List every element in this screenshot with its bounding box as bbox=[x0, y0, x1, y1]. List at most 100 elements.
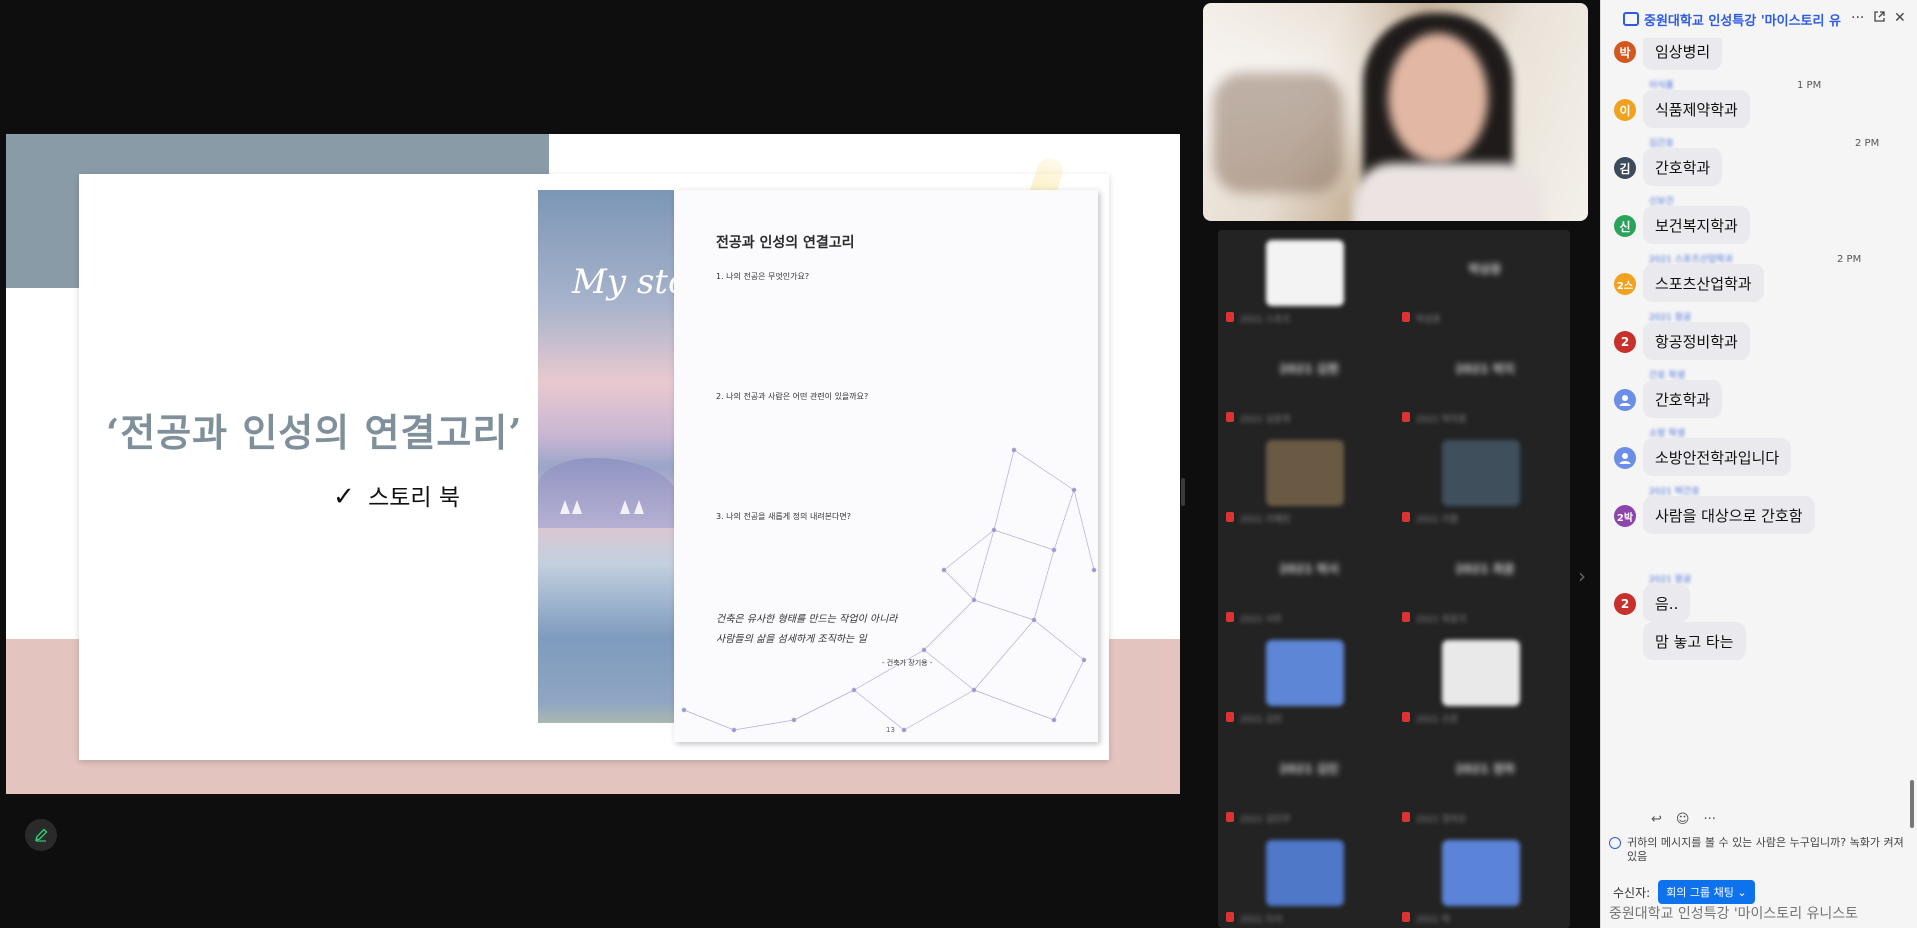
avatar[interactable]: 2박 bbox=[1614, 505, 1636, 527]
chat-header: 중원대학교 인성특강 '마이스토리 유니스토 ··· ✕ bbox=[1601, 0, 1917, 38]
participant-tile[interactable]: 2021 이서 bbox=[1218, 830, 1394, 928]
annotate-button[interactable] bbox=[25, 819, 57, 851]
participant-tile[interactable]: 2021 이혜린 bbox=[1218, 430, 1394, 528]
participant-name: 2021 오준 bbox=[1416, 715, 1459, 725]
participant-video bbox=[1266, 240, 1344, 306]
book-question-1: 1. 나의 전공은 무엇인가요? bbox=[716, 272, 810, 281]
cover-hills bbox=[538, 458, 678, 528]
people-icon bbox=[1609, 837, 1621, 849]
avatar[interactable]: 박 bbox=[1614, 41, 1636, 63]
participant-name: 2021 이종 bbox=[1416, 515, 1459, 525]
more-options-icon[interactable]: ··· bbox=[1851, 10, 1864, 26]
participant-tile[interactable]: 2021 오준 bbox=[1394, 630, 1570, 728]
message-bubble[interactable]: 음.. bbox=[1643, 584, 1691, 622]
avatar[interactable] bbox=[1614, 447, 1636, 469]
participant-tile[interactable]: 2021 박지 2021 박지훈 bbox=[1394, 330, 1570, 428]
book-cover-title: My story bbox=[572, 262, 678, 302]
participant-tile[interactable]: 박상윤 박상윤 bbox=[1394, 230, 1570, 328]
participant-name: 2021 박지훈 bbox=[1416, 415, 1467, 425]
participant-tile[interactable]: 2021 김현 2021 김준희 bbox=[1218, 330, 1394, 428]
participant-name: 2021 스포츠 bbox=[1240, 315, 1291, 325]
book-quote-line-1: 건축은 유사한 형태를 만드는 작업이 아니라 bbox=[716, 614, 898, 625]
speaker-body bbox=[1353, 163, 1543, 221]
participant-tile[interactable]: 2021 정하 2021 정하은 bbox=[1394, 730, 1570, 828]
participant-display-name: 2021 박지 bbox=[1455, 362, 1515, 376]
message-bubble[interactable]: 보건복지학과 bbox=[1643, 206, 1750, 244]
chat-messages: 박 임상병리 이식품 1 PM 이 식품제약학과 김간호 2 PM 김 간호학과 신보건 신 보건복지학… bbox=[1601, 38, 1917, 832]
participant-video bbox=[1442, 640, 1520, 706]
book-page: 전공과 인성의 연결고리 1. 나의 전공은 무엇인가요? 2. 나의 전공과 … bbox=[674, 190, 1098, 742]
more-icon[interactable]: ··· bbox=[1703, 812, 1715, 827]
speaker-face bbox=[1388, 33, 1488, 163]
system-message bbox=[1681, 544, 1684, 555]
book-page-number: 13 bbox=[886, 726, 895, 734]
pop-out-icon[interactable] bbox=[1873, 10, 1886, 27]
avatar[interactable] bbox=[1614, 389, 1636, 411]
recipient-dropdown[interactable]: 회의 그룹 채팅 ⌄ bbox=[1658, 880, 1755, 904]
reply-icon[interactable]: ↩ bbox=[1651, 812, 1662, 827]
muted-mic-icon bbox=[1226, 412, 1234, 422]
book-page-title: 전공과 인성의 연결고리 bbox=[716, 235, 855, 251]
chat-panel: 중원대학교 인성특강 '마이스토리 유니스토 ··· ✕ 박임상병리이식품1 P… bbox=[1600, 0, 1917, 928]
muted-mic-icon bbox=[1226, 912, 1234, 922]
tree-icon bbox=[560, 500, 570, 514]
avatar[interactable]: 2 bbox=[1614, 593, 1636, 615]
chat-title: 중원대학교 인성특강 '마이스토리 유니스토 bbox=[1644, 13, 1842, 29]
muted-mic-icon bbox=[1402, 612, 1410, 622]
tree-icon bbox=[634, 500, 644, 514]
participant-tile[interactable]: 2021 박서 2021 서우 bbox=[1218, 530, 1394, 628]
zoom-meeting-window: ‘전공과 인성의 연결고리’ ✓ 스토리 북 My story 전공과 인성의 … bbox=[0, 0, 1917, 928]
message-bubble[interactable]: 항공정비학과 bbox=[1643, 322, 1750, 360]
shared-screen-area: ‘전공과 인성의 연결고리’ ✓ 스토리 북 My story 전공과 인성의 … bbox=[0, 0, 1200, 928]
message-bubble[interactable]: 스포츠산업학과 bbox=[1643, 264, 1764, 302]
video-panel: 2021 스포츠 박상윤 박상윤 2021 김현 2021 김준희 2021 박지 2021… bbox=[1200, 0, 1600, 928]
participant-tile[interactable]: 2021 이종 bbox=[1394, 430, 1570, 528]
recipient-label: 수신자: bbox=[1613, 885, 1651, 900]
message-bubble[interactable]: 임상병리 bbox=[1643, 38, 1723, 70]
avatar[interactable]: 2스 bbox=[1614, 273, 1636, 295]
participant-tile[interactable]: 2021 박 bbox=[1394, 830, 1570, 928]
participant-tile[interactable]: 2021 김민 2021 김민우 bbox=[1218, 730, 1394, 828]
recipient-row: 수신자: 회의 그룹 채팅 ⌄ bbox=[1613, 880, 1755, 904]
muted-mic-icon bbox=[1402, 712, 1410, 722]
chat-bubble-icon bbox=[1623, 12, 1639, 26]
avatar[interactable]: 신 bbox=[1614, 215, 1636, 237]
avatar[interactable]: 이 bbox=[1614, 99, 1636, 121]
emoji-react-icon[interactable]: ☺ bbox=[1676, 812, 1690, 827]
message-bubble[interactable]: 소방안전학과입니다 bbox=[1643, 438, 1792, 476]
privacy-notice: 귀하의 메시지를 볼 수 있는 사람은 누구입니까? 녹화가 켜져 있음 bbox=[1609, 836, 1914, 864]
participant-video bbox=[1266, 840, 1344, 906]
participant-video bbox=[1442, 840, 1520, 906]
muted-mic-icon bbox=[1226, 312, 1234, 322]
close-icon[interactable]: ✕ bbox=[1894, 10, 1906, 26]
book-quote: 건축은 유사한 형태를 만드는 작업이 아니라 사람들의 삶을 섬세하게 조직하… bbox=[716, 610, 898, 650]
gallery-next-arrow[interactable]: › bbox=[1578, 564, 1586, 588]
chat-input[interactable] bbox=[1609, 906, 1914, 922]
panel-resize-handle[interactable] bbox=[1181, 478, 1185, 506]
message-bubble[interactable]: 사람을 대상으로 간호함 bbox=[1643, 496, 1815, 534]
avatar[interactable]: 2 bbox=[1614, 331, 1636, 353]
chat-scrollbar[interactable] bbox=[1910, 780, 1914, 828]
participant-name: 2021 김민우 bbox=[1240, 815, 1291, 825]
participant-tile[interactable]: 2021 김민 bbox=[1218, 630, 1394, 728]
book-quote-line-2: 사람들의 삶을 섬세하게 조직하는 일 bbox=[716, 634, 867, 645]
participant-video bbox=[1266, 440, 1344, 506]
active-speaker-video[interactable] bbox=[1203, 3, 1588, 221]
message-bubble[interactable]: 간호학과 bbox=[1643, 380, 1723, 418]
message-bubble[interactable]: 간호학과 bbox=[1643, 148, 1723, 186]
participant-display-name: 2021 최윤 bbox=[1455, 562, 1515, 576]
participant-gallery: 2021 스포츠 박상윤 박상윤 2021 김현 2021 김준희 2021 박지 2021… bbox=[1218, 230, 1570, 928]
participant-video bbox=[1266, 640, 1344, 706]
message-bubble[interactable]: 식품제약학과 bbox=[1643, 90, 1750, 128]
slide-subtitle: ✓ 스토리 북 bbox=[333, 478, 460, 512]
participant-tile[interactable]: 2021 최윤 2021 최윤지 bbox=[1394, 530, 1570, 628]
participant-display-name: 박상윤 bbox=[1468, 262, 1502, 276]
pencil-icon bbox=[34, 828, 48, 842]
participant-name: 2021 박 bbox=[1416, 915, 1451, 925]
avatar[interactable]: 김 bbox=[1614, 157, 1636, 179]
privacy-notice-text: 귀하의 메시지를 볼 수 있는 사람은 누구입니까? 녹화가 켜져 있음 bbox=[1627, 836, 1904, 863]
tree-icon bbox=[620, 500, 630, 514]
check-icon: ✓ bbox=[333, 482, 355, 512]
participant-tile[interactable]: 2021 스포츠 bbox=[1218, 230, 1394, 328]
message-bubble[interactable]: 맘 놓고 타는 bbox=[1643, 622, 1746, 660]
